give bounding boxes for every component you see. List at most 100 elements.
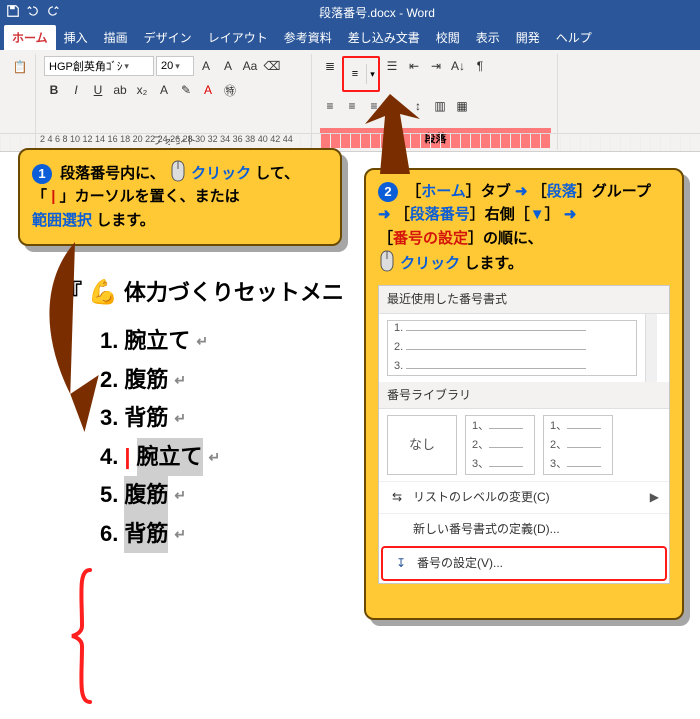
menu-item-label: リストのレベルの変更(C) (413, 488, 550, 507)
menu-item-set-number[interactable]: ↧ 番号の設定(V)... (381, 546, 667, 581)
phonetic-icon[interactable]: Aa (240, 56, 260, 76)
item-number: 2. (100, 361, 118, 400)
align-justify-icon[interactable]: ≡ (386, 96, 406, 116)
fmt-line-text: 1、 (550, 420, 567, 432)
showmarks-icon[interactable]: ¶ (470, 56, 490, 76)
arrow-right-icon: ➜ (564, 206, 577, 223)
ribbon: 📋 HGP創英角ｺﾞｼ▾ 20▾ A A Aa ⌫ B I U ab (0, 50, 700, 152)
bullets-icon[interactable]: ≣ (320, 56, 340, 76)
fmt-line-text: 1、 (472, 420, 489, 432)
tab-review[interactable]: 校閲 (428, 25, 468, 50)
clear-format-icon[interactable]: ⌫ (262, 56, 282, 76)
menu-item-list-level[interactable]: ⇆ リストのレベルの変更(C) ▶ (379, 481, 669, 513)
tab-help[interactable]: ヘルプ (548, 25, 600, 50)
return-mark-icon: ↵ (209, 445, 221, 470)
font-size-select[interactable]: 20▾ (156, 56, 194, 76)
return-mark-icon: ↵ (174, 522, 186, 547)
format-preview[interactable]: 1、 2、 3、 (543, 415, 613, 475)
callout-text: ］ (545, 206, 560, 223)
callout-text: ▼ (530, 206, 545, 223)
shrink-font-icon[interactable]: A (218, 56, 238, 76)
return-mark-icon: ↵ (196, 329, 208, 354)
font-color-icon[interactable]: A (198, 80, 218, 100)
numbering-button[interactable]: ≡ ▾ (342, 56, 380, 92)
arrow-right-icon: ➜ (378, 206, 391, 223)
sub-super-icon[interactable]: x₂ (132, 80, 152, 100)
borders-icon[interactable]: ▦ (452, 96, 472, 116)
numbering-dropdown-icon[interactable]: ▾ (366, 64, 378, 84)
tab-reference[interactable]: 参考資料 (276, 25, 340, 50)
fmt-line-text: 3、 (472, 458, 489, 470)
return-mark-icon: ↵ (174, 406, 186, 431)
fmt-line-text: 2、 (550, 439, 567, 451)
panel-recent-label: 最近使用した番号書式 (379, 286, 669, 314)
underline-icon[interactable]: U (88, 80, 108, 100)
grow-font-icon[interactable]: A (196, 56, 216, 76)
return-mark-icon: ↵ (174, 483, 186, 508)
align-right-icon[interactable]: ≡ (364, 96, 384, 116)
shading-icon[interactable]: ▥ (430, 96, 450, 116)
enclose-icon[interactable]: ㊕ (220, 80, 240, 100)
text-caret-icon: | (124, 438, 130, 477)
sort-icon[interactable]: A↓ (448, 56, 468, 76)
font-name-select[interactable]: HGP創英角ｺﾞｼ▾ (44, 56, 154, 76)
callout-text: ］グループ (577, 183, 651, 200)
paste-icon[interactable]: 📋 (8, 56, 32, 78)
highlight-icon[interactable]: ✎ (176, 80, 196, 100)
redo-icon[interactable] (46, 4, 60, 21)
caret-symbol: | (51, 188, 55, 205)
tab-design[interactable]: デザイン (136, 25, 200, 50)
callout-text: クリック (191, 165, 251, 182)
align-center-icon[interactable]: ≡ (342, 96, 362, 116)
format-none[interactable]: なし (387, 415, 457, 475)
window-title: 段落番号.docx - Word (60, 4, 694, 21)
set-number-icon: ↧ (393, 554, 409, 573)
indent-dec-icon[interactable]: ⇤ (404, 56, 424, 76)
align-left-icon[interactable]: ≡ (320, 96, 340, 116)
item-number: 4. (100, 438, 118, 477)
text-effect-icon[interactable]: A (154, 80, 174, 100)
chevron-right-icon: ▶ (650, 488, 659, 507)
step-badge: 1 (32, 164, 52, 184)
callout-text: ［ (406, 183, 421, 200)
tab-developer[interactable]: 開発 (508, 25, 548, 50)
callout-text: ］タブ (466, 183, 511, 200)
callout-text: 番号の設定 (393, 230, 468, 247)
panel-scrollbar[interactable] (645, 314, 657, 382)
indent-inc-icon[interactable]: ⇥ (426, 56, 446, 76)
multilevel-icon[interactable]: ☰ (382, 56, 402, 76)
tab-mailmerge[interactable]: 差し込み文書 (340, 25, 428, 50)
arrow-right-icon: ➜ (515, 183, 528, 200)
undo-icon[interactable] (26, 4, 40, 21)
item-text: 腕立て (137, 438, 203, 477)
callout-text: 「 (32, 188, 47, 205)
tab-insert[interactable]: 挿入 (56, 25, 96, 50)
italic-icon[interactable]: I (66, 80, 86, 100)
menu-item-define-format[interactable]: 新しい番号書式の定義(D)... (379, 513, 669, 545)
font-name-value: HGP創英角ｺﾞｼ (49, 58, 122, 74)
tab-draw[interactable]: 描画 (96, 25, 136, 50)
save-icon[interactable] (6, 4, 20, 21)
callout-text: クリック (400, 255, 460, 272)
item-text: 背筋 (124, 515, 168, 554)
callout-text: ［ (378, 230, 393, 247)
line-spacing-icon[interactable]: ↕ (408, 96, 428, 116)
strike-icon[interactable]: ab (110, 80, 130, 100)
level-icon: ⇆ (389, 488, 405, 507)
title-open-quote: 『 (60, 274, 82, 313)
fmt-line-text: 3. (394, 360, 403, 372)
muscle-icon: 💪 (88, 272, 118, 314)
font-size-value: 20 (161, 60, 173, 72)
tab-view[interactable]: 表示 (468, 25, 508, 50)
callout-text: 段落 (547, 183, 577, 200)
format-preview[interactable]: 1. 2. 3. (387, 320, 637, 376)
tab-layout[interactable]: レイアウト (200, 25, 276, 50)
item-number: 3. (100, 399, 118, 438)
format-preview[interactable]: 1、 2、 3、 (465, 415, 535, 475)
callout-text: します。 (96, 212, 155, 229)
callout-text: ホーム (421, 183, 466, 200)
numbering-icon[interactable]: ≡ (344, 64, 366, 84)
tab-home[interactable]: ホーム (4, 25, 56, 50)
qat (6, 4, 60, 21)
bold-icon[interactable]: B (44, 80, 64, 100)
